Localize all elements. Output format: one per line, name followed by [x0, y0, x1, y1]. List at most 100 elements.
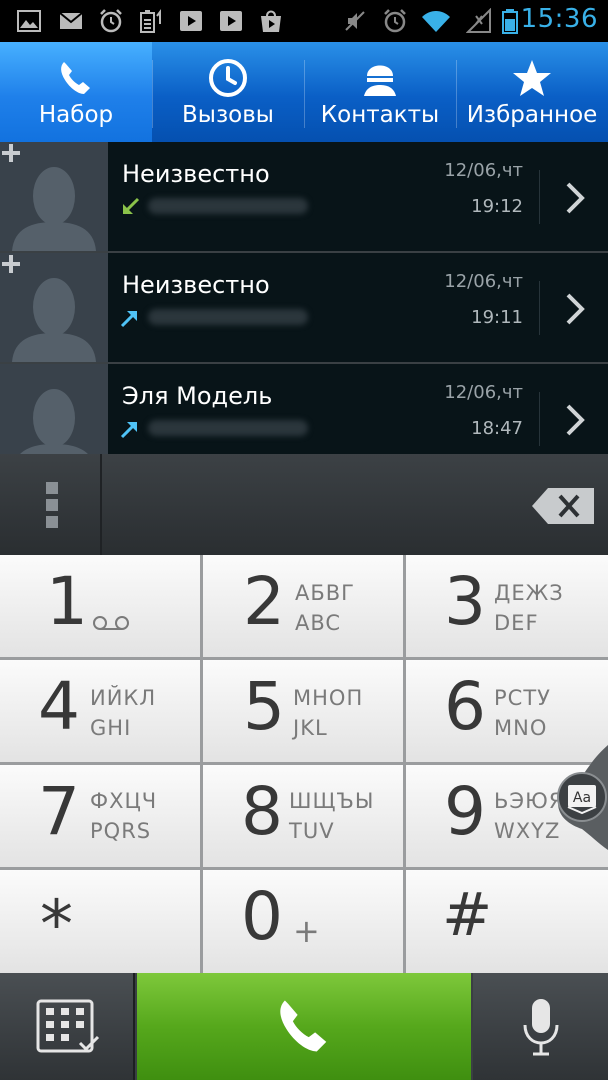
key-digit: 9 [444, 773, 486, 850]
key-letters-latin: DEF [494, 611, 539, 635]
keypad-toggle-button[interactable] [0, 973, 135, 1080]
call-time: 19:12 [471, 196, 523, 217]
caller-name: Неизвестно [122, 160, 270, 188]
bottom-action-bar [0, 973, 608, 1080]
number-display [0, 454, 608, 555]
battery-notify-icon [140, 9, 161, 33]
phone-number-blurred [148, 198, 308, 214]
key-digit: 4 [38, 668, 80, 745]
dial-keypad: 1 2 АБВГ ABC 3 ДЕЖЗ DEF 4 ИЙКЛ GHI 5 МНО… [0, 555, 608, 973]
phone-number-input[interactable] [104, 454, 504, 555]
key-0[interactable]: 0 + [203, 870, 403, 973]
voicemail-icon [93, 616, 129, 630]
incoming-call-icon [123, 197, 140, 214]
outgoing-call-icon [120, 422, 137, 439]
caller-name: Эля Модель [122, 382, 273, 410]
clock-icon [209, 59, 247, 97]
key-letters-latin: JKL [293, 716, 328, 740]
tab-dialer[interactable]: Набор [0, 42, 152, 142]
phone-number-blurred [148, 420, 308, 436]
mute-icon [345, 11, 365, 31]
play-icon [220, 11, 242, 31]
chevron-right-icon[interactable] [562, 402, 588, 438]
alarm-icon [384, 9, 406, 33]
image-icon [17, 10, 41, 32]
key-4[interactable]: 4 ИЙКЛ GHI [0, 660, 200, 762]
call-log-item[interactable]: Неизвестно 12/06,чт 19:12 [0, 142, 608, 251]
floating-toolbox-handle[interactable]: Aa [524, 745, 608, 850]
status-bar: 15:36 [0, 0, 608, 42]
key-7[interactable]: 7 ФХЦЧ PQRS [0, 765, 200, 867]
key-letters-cyrillic: РСТУ [494, 686, 551, 710]
svg-text:Aa: Aa [573, 790, 591, 806]
person-placeholder-icon [20, 389, 88, 454]
key-digit: 6 [444, 668, 486, 745]
video-icon [180, 11, 202, 31]
key-plus-symbol: + [293, 912, 321, 950]
phone-icon [61, 62, 90, 94]
key-letters-cyrillic: ШЩЪЫ [289, 789, 375, 813]
call-time: 18:47 [471, 418, 523, 439]
avatar[interactable] [0, 253, 108, 362]
divider [539, 170, 540, 224]
call-log-list: Неизвестно 12/06,чт 19:12 Неизвестно 12/… [0, 142, 608, 454]
key-digit: 5 [243, 668, 285, 745]
menu-dot [46, 482, 58, 494]
contact-icon [364, 65, 396, 96]
menu-dot [46, 499, 58, 511]
clock-time: 15:36 [520, 4, 598, 34]
tab-contacts[interactable]: Контакты [304, 42, 456, 142]
tab-favorites[interactable]: Избранное [456, 42, 608, 142]
call-date: 12/06,чт [444, 382, 523, 403]
key-digit: 8 [241, 773, 283, 850]
key-letters-latin: GHI [90, 716, 132, 740]
key-hash[interactable]: # [406, 870, 608, 973]
key-letters-cyrillic: ДЕЖЗ [494, 581, 564, 605]
key-letters-cyrillic: АБВГ [295, 581, 355, 605]
caller-name: Неизвестно [122, 271, 270, 299]
call-log-item[interactable]: Эля Модель 12/06,чт 18:47 [0, 364, 608, 454]
key-digit: # [442, 880, 493, 950]
key-letters-latin: PQRS [90, 819, 152, 843]
key-letters-cyrillic: ИЙКЛ [90, 686, 157, 710]
call-date: 12/06,чт [444, 271, 523, 292]
add-contact-icon [2, 255, 20, 273]
key-letters-cyrillic: МНОП [293, 686, 364, 710]
key-digit: 2 [243, 563, 285, 640]
voice-input-button[interactable] [473, 973, 608, 1080]
backspace-icon[interactable] [530, 486, 596, 526]
key-letters-cyrillic: ФХЦЧ [90, 789, 158, 813]
key-2[interactable]: 2 АБВГ ABC [203, 555, 403, 657]
key-digit: 7 [38, 773, 80, 850]
tab-label: Набор [38, 102, 114, 128]
dialpad-icon [36, 999, 100, 1053]
tab-calls[interactable]: Вызовы [152, 42, 304, 142]
avatar[interactable] [0, 364, 108, 454]
key-digit: * [40, 886, 73, 963]
key-letters-latin: TUV [289, 819, 335, 843]
key-1[interactable]: 1 [0, 555, 200, 657]
wifi-icon [422, 11, 450, 32]
call-date: 12/06,чт [444, 160, 523, 181]
key-star[interactable]: * [0, 870, 200, 973]
key-letters-latin: MNO [494, 716, 548, 740]
avatar[interactable] [0, 142, 108, 251]
key-8[interactable]: 8 ШЩЪЫ TUV [203, 765, 403, 867]
key-digit: 3 [444, 563, 486, 640]
outgoing-call-icon [120, 311, 137, 328]
chevron-right-icon[interactable] [562, 180, 588, 216]
microphone-icon [523, 999, 559, 1056]
tab-bar: Набор Вызовы Контакты Избранное [0, 42, 608, 142]
menu-dot [46, 516, 58, 528]
call-log-item[interactable]: Неизвестно 12/06,чт 19:11 [0, 253, 608, 362]
tab-label: Избранное [466, 102, 598, 128]
add-contact-icon [2, 144, 20, 162]
key-3[interactable]: 3 ДЕЖЗ DEF [406, 555, 608, 657]
store-icon [261, 10, 281, 32]
key-5[interactable]: 5 МНОП JKL [203, 660, 403, 762]
overflow-menu-button[interactable] [0, 454, 102, 555]
chevron-right-icon[interactable] [562, 291, 588, 327]
call-button[interactable] [137, 973, 471, 1080]
battery-icon [502, 9, 518, 34]
key-digit: 0 [241, 878, 283, 955]
